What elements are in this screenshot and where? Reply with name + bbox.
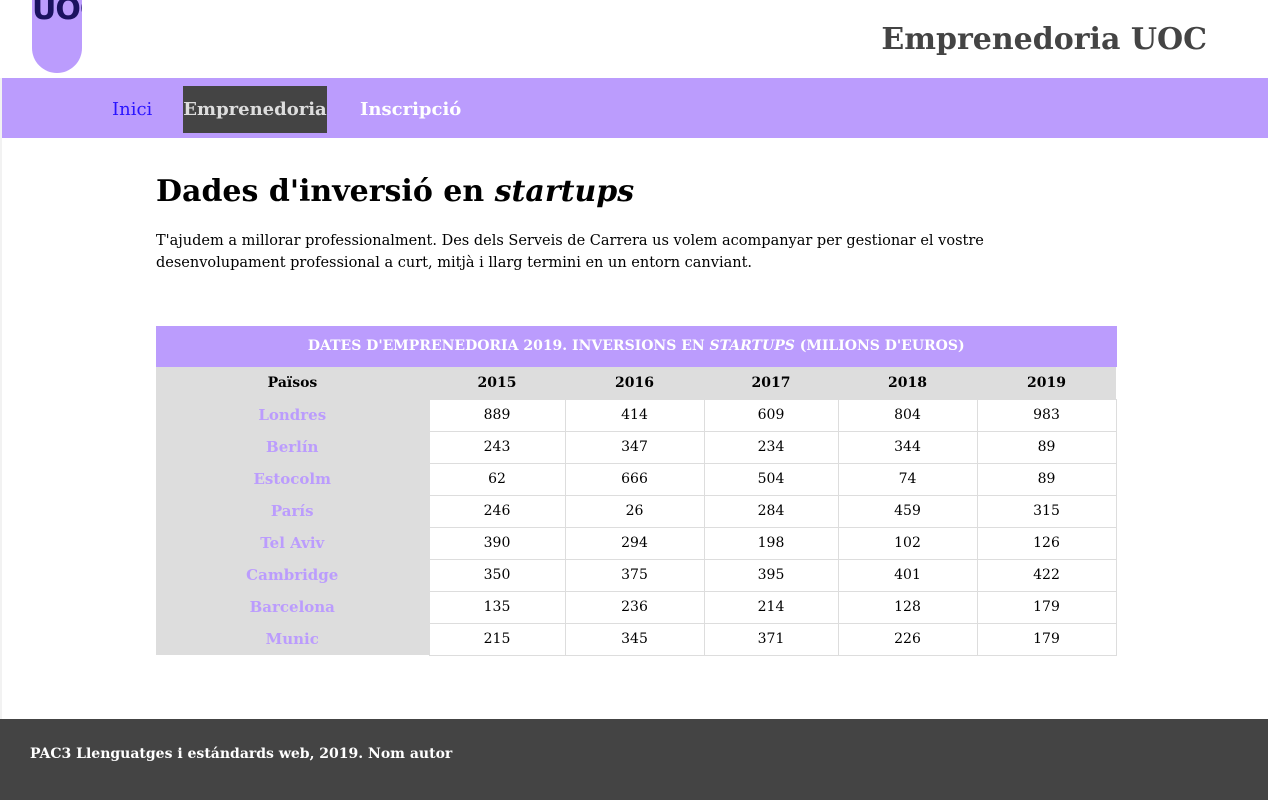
table-cell: 350 — [428, 558, 566, 592]
table-cell: 344 — [837, 430, 978, 464]
table-cell: 666 — [564, 462, 705, 496]
table-cell: 179 — [976, 590, 1117, 624]
logo-text: UOC — [32, 0, 82, 27]
table-cell: 315 — [976, 494, 1117, 528]
row-city: Barcelona — [156, 591, 429, 623]
table-cell: 609 — [703, 398, 839, 432]
uoc-logo[interactable]: UOC — [32, 0, 82, 73]
table-cell: 804 — [837, 398, 978, 432]
table-cell: 246 — [428, 494, 566, 528]
table-row: Berlín 243 347 234 344 89 — [156, 430, 1117, 464]
table-cell: 414 — [564, 398, 705, 432]
table-row: Estocolm 62 666 504 74 89 — [156, 462, 1117, 496]
footer-course: PAC3 Llenguatges i estándards web, 2019. — [30, 746, 369, 762]
header-2019: 2019 — [977, 367, 1116, 399]
page-title: Dades d'inversió en startups — [156, 170, 1116, 214]
nav-item-inscripcio[interactable]: Inscripció — [350, 86, 471, 133]
table-cell: 74 — [837, 462, 978, 496]
table-cell: 128 — [837, 590, 978, 624]
page-title-text: Dades d'inversió en — [156, 174, 495, 209]
table-cell: 135 — [428, 590, 566, 624]
table-cell: 126 — [976, 526, 1117, 560]
site-footer: PAC3 Llenguatges i estándards web, 2019.… — [0, 719, 1268, 800]
footer-text: PAC3 Llenguatges i estándards web, 2019.… — [30, 746, 452, 762]
table-cell: 401 — [837, 558, 978, 592]
page-title-emphasis: startups — [494, 174, 635, 209]
table-cell: 504 — [703, 462, 839, 496]
table-cell: 390 — [428, 526, 566, 560]
table-cell: 102 — [837, 526, 978, 560]
caption-suffix: (milions d'euros) — [794, 338, 965, 354]
table-cell: 26 — [564, 494, 705, 528]
nav-item-inici[interactable]: Inici — [102, 86, 162, 133]
table-cell: 395 — [703, 558, 839, 592]
row-city: París — [156, 495, 429, 527]
header-2016: 2016 — [565, 367, 704, 399]
table-cell: 422 — [976, 558, 1117, 592]
table-cell: 234 — [703, 430, 839, 464]
table-row: Tel Aviv 390 294 198 102 126 — [156, 526, 1117, 560]
table-cell: 375 — [564, 558, 705, 592]
table-cell: 371 — [703, 622, 839, 656]
table-cell: 983 — [976, 398, 1117, 432]
investment-table: Dates d'emprenedoria 2019. Inversions en… — [156, 326, 1117, 656]
table-cell: 89 — [976, 430, 1117, 464]
table-cell: 347 — [564, 430, 705, 464]
site-title: Emprenedoria UOC — [881, 22, 1207, 57]
table-cell: 198 — [703, 526, 839, 560]
header-2017: 2017 — [704, 367, 838, 399]
table-row: Munic 215 345 371 226 179 — [156, 622, 1117, 656]
table-cell: 889 — [428, 398, 566, 432]
table-head: Països 2015 2016 2017 2018 2019 — [156, 367, 1116, 399]
caption-emphasis: startups — [709, 338, 795, 354]
table-row: Barcelona 135 236 214 128 179 — [156, 590, 1117, 624]
table-cell: 345 — [564, 622, 705, 656]
caption-text: Dates d'emprenedoria 2019. Inversions en — [307, 338, 710, 354]
table-cell: 214 — [703, 590, 839, 624]
row-city: Londres — [156, 399, 429, 431]
table-cell: 243 — [428, 430, 566, 464]
table-cell: 62 — [428, 462, 566, 496]
table-row: París 246 26 284 459 315 — [156, 494, 1117, 528]
table-cell: 215 — [428, 622, 566, 656]
table-cell: 89 — [976, 462, 1117, 496]
header-2015: 2015 — [429, 367, 565, 399]
table-cell: 236 — [564, 590, 705, 624]
row-city: Estocolm — [156, 463, 429, 495]
table-cell: 459 — [837, 494, 978, 528]
row-city: Munic — [156, 623, 429, 655]
row-city: Tel Aviv — [156, 527, 429, 559]
table-cell: 294 — [564, 526, 705, 560]
table-row: Londres 889 414 609 804 983 — [156, 398, 1117, 432]
footer-author: Nom autor — [368, 746, 453, 762]
table-cell: 284 — [703, 494, 839, 528]
table-header-row: Països 2015 2016 2017 2018 2019 — [156, 367, 1116, 399]
nav-item-emprenedoria[interactable]: Emprenedoria — [183, 86, 327, 133]
row-city: Cambridge — [156, 559, 429, 591]
table-row: Cambridge 350 375 395 401 422 — [156, 558, 1117, 592]
site-header: UOC Emprenedoria UOC — [0, 0, 1268, 78]
row-city: Berlín — [156, 431, 429, 463]
table-body: Londres 889 414 609 804 983 Berlín 243 347 234 344… — [156, 398, 1117, 656]
header-2018: 2018 — [838, 367, 977, 399]
main-content: Dades d'inversió en startups T'ajudem a … — [156, 170, 1116, 274]
main-nav: Inici Emprenedoria Inscripció — [2, 78, 1268, 138]
table-cell: 226 — [837, 622, 978, 656]
table-caption: Dates d'emprenedoria 2019. Inversions en… — [156, 326, 1117, 367]
header-paisos: Països — [156, 367, 429, 399]
intro-paragraph: T'ajudem a millorar professionalment. De… — [156, 233, 984, 271]
table-cell: 179 — [976, 622, 1117, 656]
